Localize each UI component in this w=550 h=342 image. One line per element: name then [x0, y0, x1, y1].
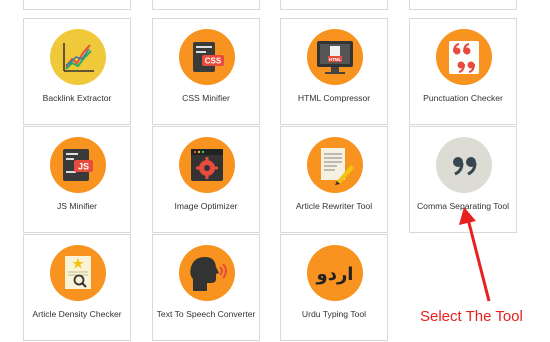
tool-label: Article Density Checker [32, 309, 122, 319]
js-icon-text: JS [78, 162, 89, 172]
tool-card-partial[interactable] [152, 0, 260, 10]
urdu-text-icon: اردو [307, 245, 363, 301]
tool-label: Article Rewriter Tool [295, 201, 373, 211]
html-monitor-icon: HTML [307, 29, 363, 85]
urdu-icon-text: اردو [316, 264, 354, 285]
speaking-head-icon [179, 245, 235, 301]
document-search-icon [50, 245, 106, 301]
tool-card-partial[interactable] [23, 0, 131, 10]
tool-label: Image Optimizer [174, 201, 238, 211]
tool-label: Text To Speech Converter [156, 309, 256, 319]
tool-card-html-compressor[interactable]: HTML HTML Compressor [280, 18, 388, 125]
html-icon-text: HTML [329, 57, 342, 62]
tool-label: Urdu Typing Tool [301, 309, 367, 319]
tool-card-css-minifier[interactable]: CSS CSS Minifier [152, 18, 260, 125]
tool-label: Backlink Extractor [42, 93, 112, 103]
red-arrow-icon [459, 207, 491, 302]
tool-label: CSS Minifier [182, 93, 230, 103]
annotation-select-the-tool: Select The Tool [420, 308, 523, 325]
tool-card-image-optimizer[interactable]: Image Optimizer [152, 126, 260, 233]
tool-card-article-density[interactable]: Article Density Checker [23, 234, 131, 341]
document-pencil-icon [307, 137, 363, 193]
tool-card-partial[interactable] [280, 0, 388, 10]
css-file-icon: CSS [179, 29, 235, 85]
comma-quote-icon [436, 137, 492, 193]
chart-growth-icon [50, 29, 106, 85]
tool-card-article-rewriter[interactable]: Article Rewriter Tool [280, 126, 388, 233]
tool-card-js-minifier[interactable]: JS JS Minifier [23, 126, 131, 233]
tool-label: HTML Compressor [297, 93, 371, 103]
tool-card-partial[interactable] [409, 0, 517, 10]
tool-card-punctuation-checker[interactable]: Punctuation Checker [409, 18, 517, 125]
tool-label: JS Minifier [56, 201, 98, 211]
tool-label: Punctuation Checker [423, 93, 503, 103]
tool-card-backlink-extractor[interactable]: Backlink Extractor [23, 18, 131, 125]
js-file-icon: JS [50, 137, 106, 193]
tool-card-text-to-speech[interactable]: Text To Speech Converter [152, 234, 260, 341]
quote-marks-icon [436, 29, 492, 85]
css-icon-text: CSS [205, 57, 222, 66]
tool-card-urdu-typing[interactable]: اردو Urdu Typing Tool [280, 234, 388, 341]
gear-window-icon [179, 137, 235, 193]
